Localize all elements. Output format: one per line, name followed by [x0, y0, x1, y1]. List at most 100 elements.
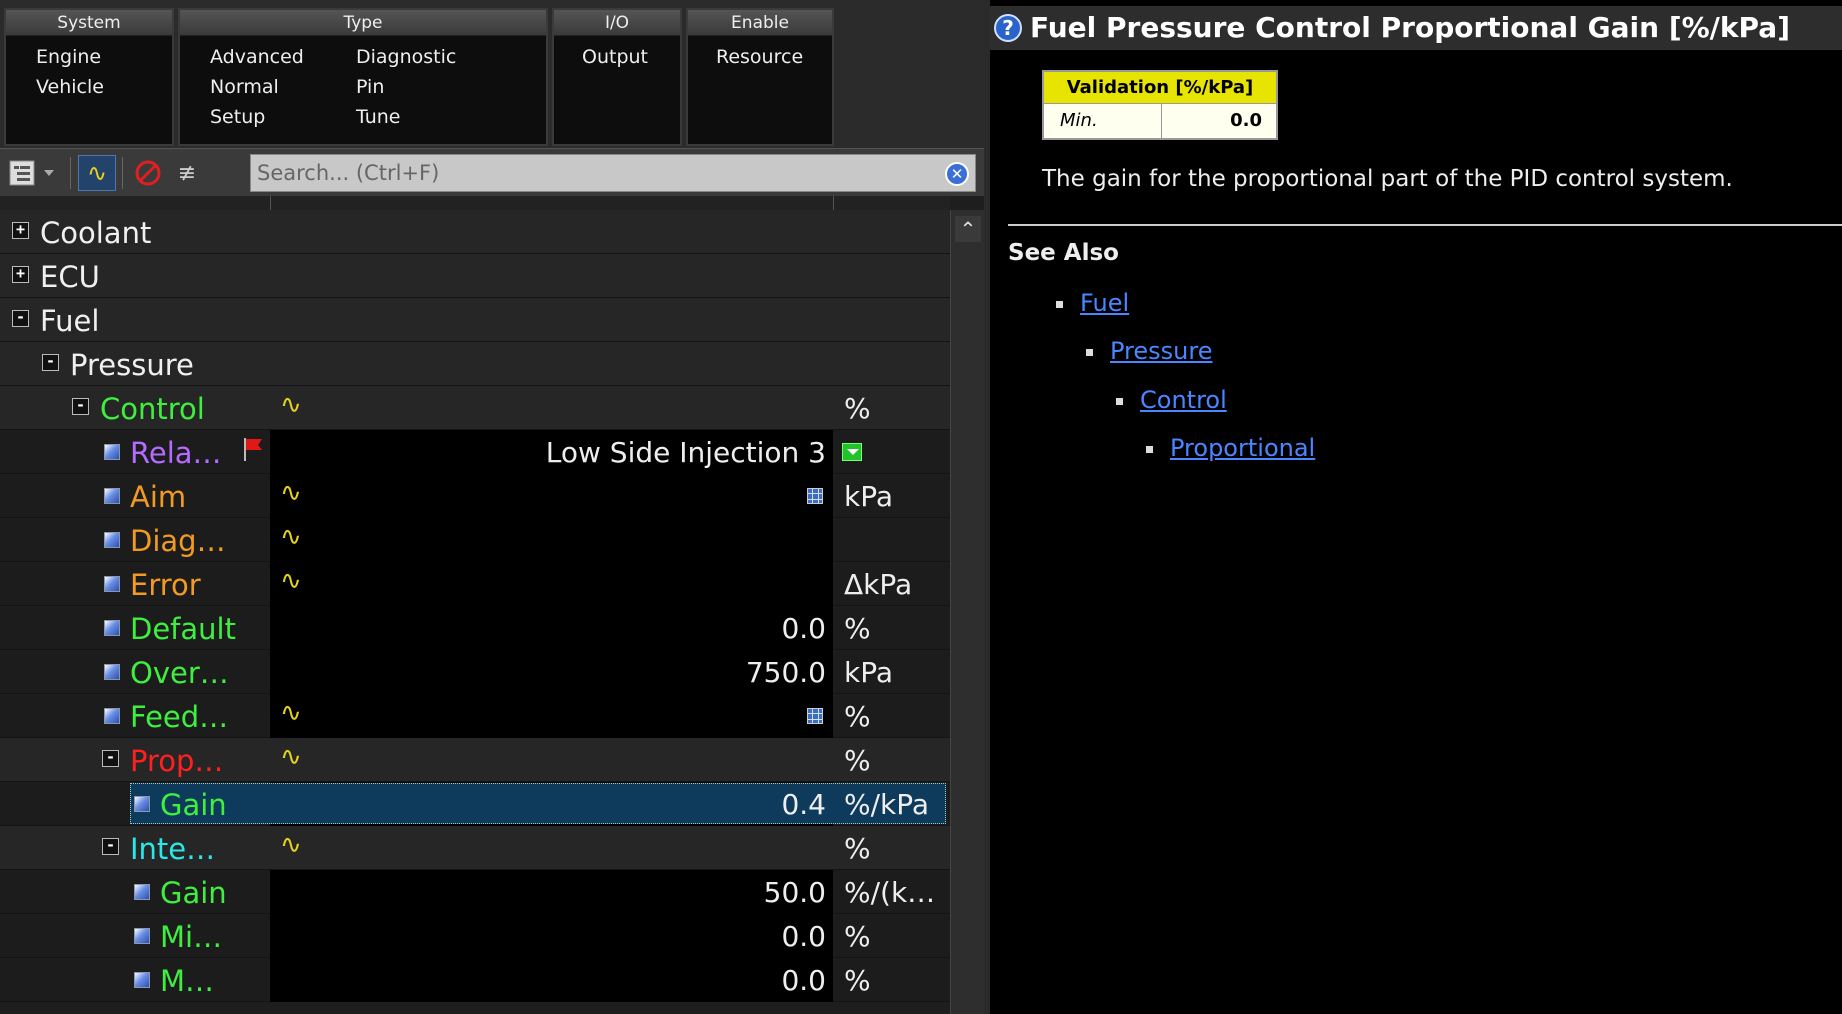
table-icon[interactable] — [807, 488, 823, 504]
search-input[interactable] — [251, 155, 975, 191]
filter-group-header: I/O — [554, 10, 680, 36]
tree-row-unit: % — [844, 920, 871, 953]
value-cell[interactable] — [270, 606, 833, 650]
filter-resource[interactable]: Resource — [716, 46, 803, 68]
expand-icon[interactable]: + — [12, 266, 29, 283]
see-also-link-proportional[interactable]: Proportional — [1170, 434, 1315, 462]
help-panel: ? Fuel Pressure Control Proportional Gai… — [990, 0, 1842, 1014]
filter-group-io: I/O Output — [552, 8, 682, 146]
filter-setup[interactable]: Setup — [210, 106, 265, 128]
see-also-link-fuel[interactable]: Fuel — [1080, 289, 1129, 317]
value-cell[interactable] — [270, 694, 833, 738]
value-cell[interactable] — [270, 958, 833, 1002]
filter-group-header: System — [6, 10, 172, 36]
tree-group-row[interactable]: - Inte… ∿% — [0, 826, 950, 870]
dropdown-icon[interactable] — [842, 443, 862, 461]
tree-row-unit: % — [844, 612, 871, 645]
channel-icon — [104, 532, 120, 548]
tree-row[interactable]: Diag… ∿ — [0, 518, 950, 562]
not-equal-icon: ≢ — [177, 160, 197, 186]
tree-row-label: Control — [100, 392, 205, 426]
show-live-values-toggle[interactable]: ∿ — [78, 155, 116, 191]
tune-tree: + Coolant + ECU - Fuel - Pressure - Control ∿% Rela… — [0, 210, 950, 1014]
expand-icon[interactable]: + — [12, 222, 29, 239]
validation-table: Validation [%/kPa] Min. 0.0 — [1042, 70, 1278, 140]
tree-row-value[interactable]: 0.0 — [781, 612, 826, 645]
clear-filter-button[interactable] — [130, 155, 166, 191]
filter-group-header: Enable — [688, 10, 832, 36]
tree-group-row[interactable]: + ECU — [0, 254, 950, 298]
collapse-icon[interactable]: - — [72, 398, 89, 415]
value-cell[interactable] — [270, 914, 833, 958]
filter-engine[interactable]: Engine — [36, 46, 101, 68]
tree-row[interactable]: Mi… 0.0% — [0, 914, 950, 958]
help-icon: ? — [994, 14, 1022, 42]
collapse-icon[interactable]: - — [102, 838, 119, 855]
tree-group-row[interactable]: + Coolant — [0, 210, 950, 254]
tree-row-value[interactable]: 50.0 — [764, 876, 826, 909]
tune-tree-panel: System Engine Vehicle Type Advanced Norm… — [0, 0, 984, 1014]
tree-group-row[interactable]: - Pressure — [0, 342, 950, 386]
wave-icon: ∿ — [86, 159, 108, 187]
tree-view-menu-button[interactable] — [4, 155, 62, 191]
tree-row-label: Aim — [130, 480, 187, 514]
filter-advanced[interactable]: Advanced — [210, 46, 304, 68]
tree-group-row[interactable]: - Prop… ∿% — [0, 738, 950, 782]
see-also-link-control[interactable]: Control — [1140, 386, 1227, 414]
value-cell[interactable] — [270, 562, 833, 606]
filter-normal[interactable]: Normal — [210, 76, 279, 98]
filter-group-enable: Enable Resource — [686, 8, 834, 146]
see-also-heading: See Also — [1008, 240, 1119, 266]
filter-group-system: System Engine Vehicle — [4, 8, 174, 146]
channel-icon — [104, 708, 120, 724]
tree-row[interactable]: Gain 50.0 %/(k… — [0, 870, 950, 914]
tree-row-value[interactable]: 750.0 — [746, 656, 826, 689]
tree-row-unit: ΔkPa — [844, 568, 913, 601]
show-differences-button[interactable]: ≢ — [170, 155, 204, 191]
collapse-icon[interactable]: - — [12, 310, 29, 327]
filter-diagnostic[interactable]: Diagnostic — [356, 46, 456, 68]
tree-group-row[interactable]: - Control ∿% — [0, 386, 950, 430]
validation-key: Min. — [1044, 104, 1162, 138]
tree-row[interactable]: M… 0.0% — [0, 958, 950, 1002]
tree-row-value[interactable]: Low Side Injection 3 — [546, 436, 826, 469]
validation-header: Validation [%/kPa] — [1044, 72, 1276, 104]
tree-row[interactable]: Error ∿ ΔkPa — [0, 562, 950, 606]
value-cell[interactable] — [270, 474, 833, 518]
tree-scrollbar[interactable]: ⌃ — [950, 210, 984, 1014]
tree-row[interactable]: Aim ∿ kPa — [0, 474, 950, 518]
channel-icon — [134, 884, 150, 900]
value-cell[interactable] — [270, 870, 833, 914]
toolbar: ∿ ≢ ✕ — [0, 148, 984, 196]
tree-row[interactable]: Over… 750.0 kPa — [0, 650, 950, 694]
bullet-icon — [1146, 446, 1153, 453]
channel-icon — [104, 444, 120, 460]
filter-tune[interactable]: Tune — [356, 106, 401, 128]
tree-row-label: Coolant — [40, 216, 152, 250]
filter-pin[interactable]: Pin — [356, 76, 384, 98]
tree-row[interactable]: Gain 0.4 %/kPa — [0, 782, 950, 826]
tree-row[interactable]: Default 0.0% — [0, 606, 950, 650]
scroll-up-icon[interactable]: ⌃ — [955, 216, 981, 242]
collapse-icon[interactable]: - — [42, 354, 59, 371]
tree-group-row[interactable]: - Fuel — [0, 298, 950, 342]
tree-row-unit: %/(k… — [844, 876, 936, 909]
table-icon[interactable] — [807, 708, 823, 724]
tree-row-label: Over… — [130, 656, 229, 690]
tree-row-value[interactable]: 0.4 — [781, 788, 826, 821]
search-box[interactable]: ✕ — [250, 154, 976, 192]
filter-vehicle[interactable]: Vehicle — [36, 76, 104, 98]
tree-row-label: Prop… — [130, 744, 224, 778]
bullet-icon — [1086, 349, 1093, 356]
collapse-icon[interactable]: - — [102, 750, 119, 767]
tree-row-value[interactable]: 0.0 — [781, 920, 826, 953]
tree-row[interactable]: Rela… Low Side Injection 3 — [0, 430, 950, 474]
tree-row[interactable]: Feed… ∿% — [0, 694, 950, 738]
value-cell[interactable] — [270, 518, 833, 562]
clear-search-icon[interactable]: ✕ — [945, 162, 969, 186]
column-header — [0, 196, 950, 210]
see-also-link-pressure[interactable]: Pressure — [1110, 337, 1212, 365]
wave-icon: ∿ — [280, 478, 302, 508]
filter-output[interactable]: Output — [582, 46, 648, 68]
tree-row-value[interactable]: 0.0 — [781, 964, 826, 997]
